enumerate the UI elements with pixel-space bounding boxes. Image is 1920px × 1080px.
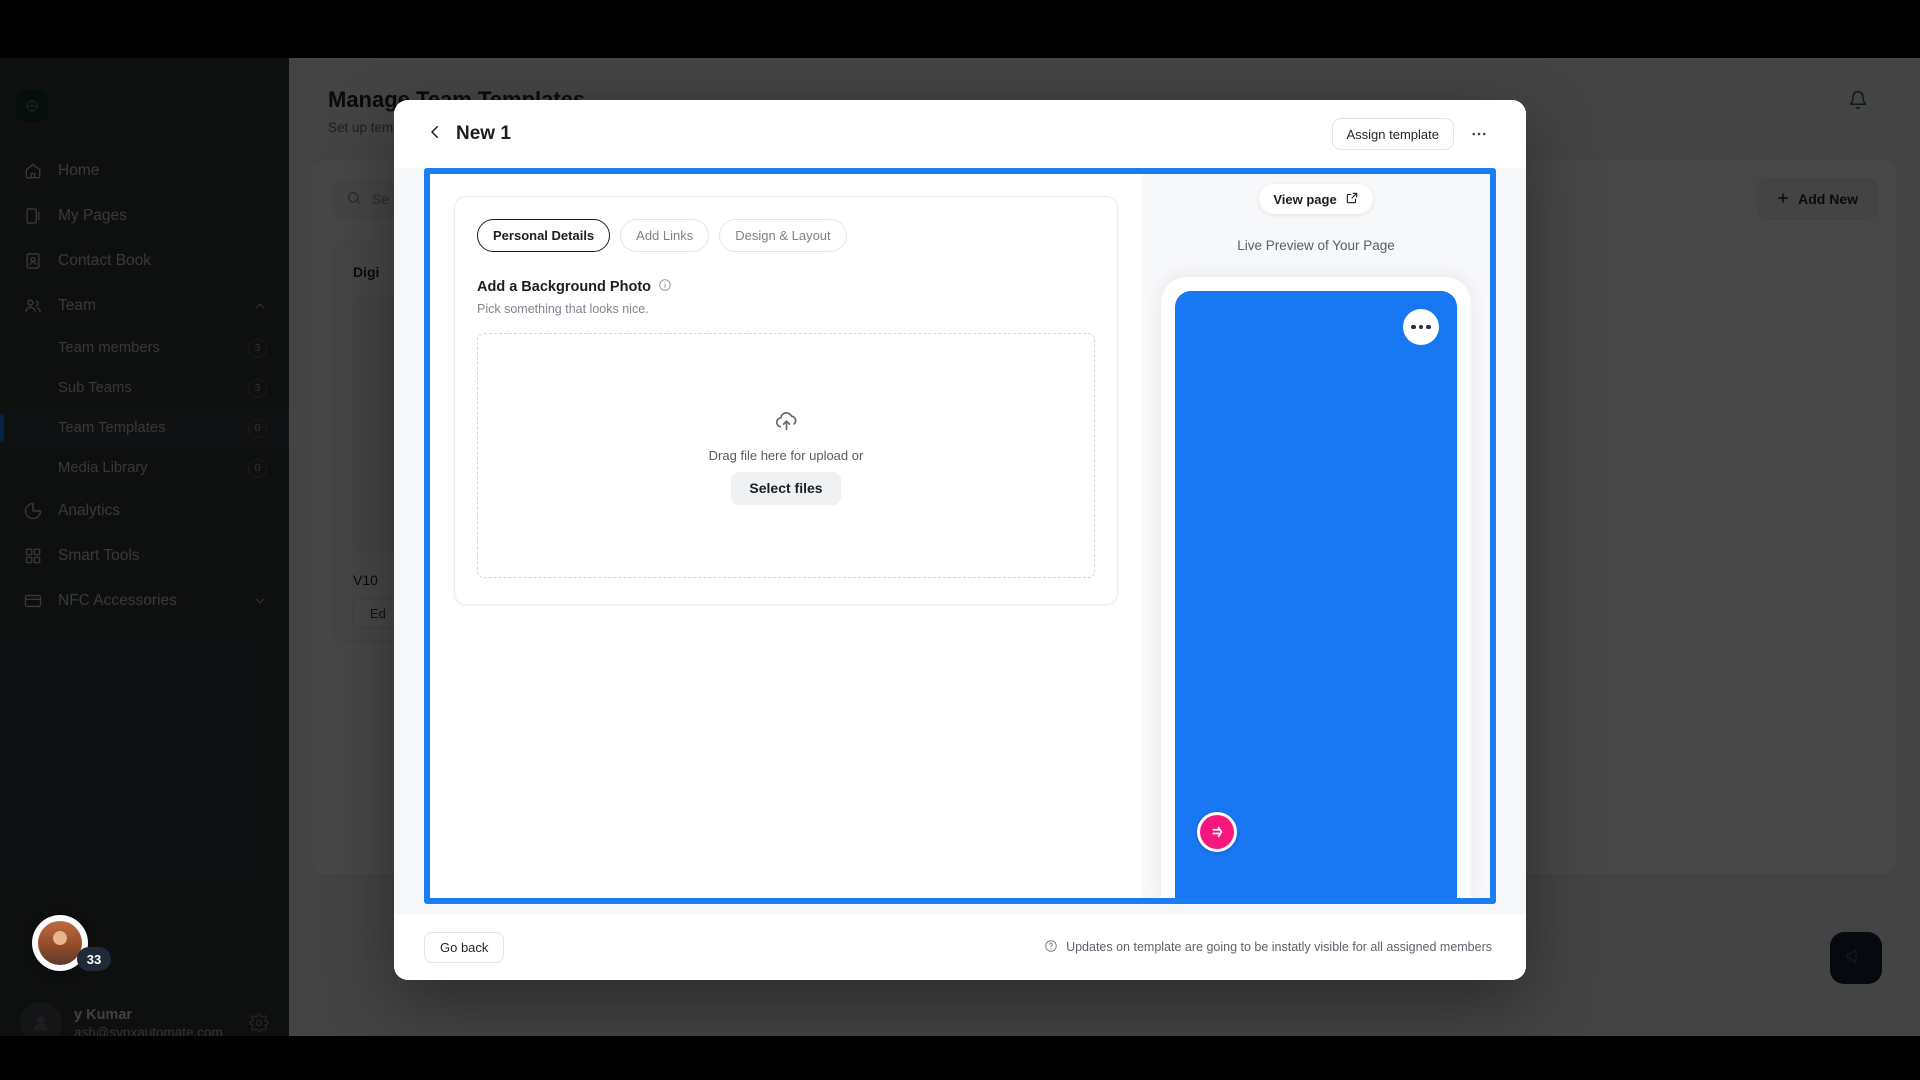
background-photo-title-text: Add a Background Photo [477,279,651,295]
brand-circle-icon [1197,812,1237,852]
template-editor-modal: New 1 Assign template Personal Details A… [394,100,1526,980]
avatar-count-badge: 33 [77,947,111,971]
phone-preview-screen [1175,291,1457,898]
modal-footer: Go back Updates on template are going to… [394,914,1526,980]
preview-pane: View page Live Preview of Your Page [1142,174,1490,898]
ellipsis-icon [1426,324,1431,330]
footer-note: Updates on template are going to be inst… [1044,939,1492,956]
highlighted-region: Personal Details Add Links Design & Layo… [424,168,1496,904]
modal-header: New 1 Assign template [394,100,1526,168]
modal-body: Personal Details Add Links Design & Layo… [394,168,1526,914]
go-back-button[interactable]: Go back [424,931,505,963]
back-button[interactable] [424,123,446,145]
tab-personal-details[interactable]: Personal Details [477,219,611,252]
ellipsis-icon [1418,324,1424,330]
ellipsis-icon[interactable] [1468,123,1490,145]
footer-note-text: Updates on template are going to be inst… [1066,940,1492,954]
view-page-label: View page [1273,191,1337,207]
chevron-left-icon [426,123,444,146]
external-link-icon [1345,191,1359,208]
background-photo-hint: Pick something that looks nice. [477,302,649,316]
brand-logo-mark [1200,815,1234,849]
form-card: Personal Details Add Links Design & Layo… [454,196,1118,605]
letterbox-bottom [0,1036,1920,1080]
user-avatar-photo [38,921,82,965]
phone-preview-menu-button[interactable] [1403,309,1439,345]
help-circle-icon [1044,939,1058,956]
select-files-button[interactable]: Select files [731,471,841,505]
phone-preview-frame [1161,277,1471,898]
file-dropzone[interactable]: Drag file here for upload or Select file… [477,333,1095,578]
live-preview-label: Live Preview of Your Page [1237,238,1395,253]
modal-title: New 1 [456,123,511,144]
editor-tabs: Personal Details Add Links Design & Layo… [477,219,1095,252]
background-photo-section-title: Add a Background Photo [477,278,1095,296]
editor-pane: Personal Details Add Links Design & Layo… [430,174,1142,898]
info-icon[interactable] [658,278,672,296]
assign-template-button[interactable]: Assign template [1331,118,1454,150]
dropzone-text: Drag file here for upload or [708,447,864,463]
ellipsis-icon [1411,324,1416,330]
letterbox-top [0,0,1920,58]
tab-design-layout[interactable]: Design & Layout [719,219,847,252]
view-page-button[interactable]: View page [1259,184,1373,214]
modal-header-actions: Assign template [1331,118,1491,150]
user-avatar-button[interactable]: 33 [32,915,111,971]
cloud-upload-icon [773,407,800,439]
tab-add-links[interactable]: Add Links [620,219,710,252]
